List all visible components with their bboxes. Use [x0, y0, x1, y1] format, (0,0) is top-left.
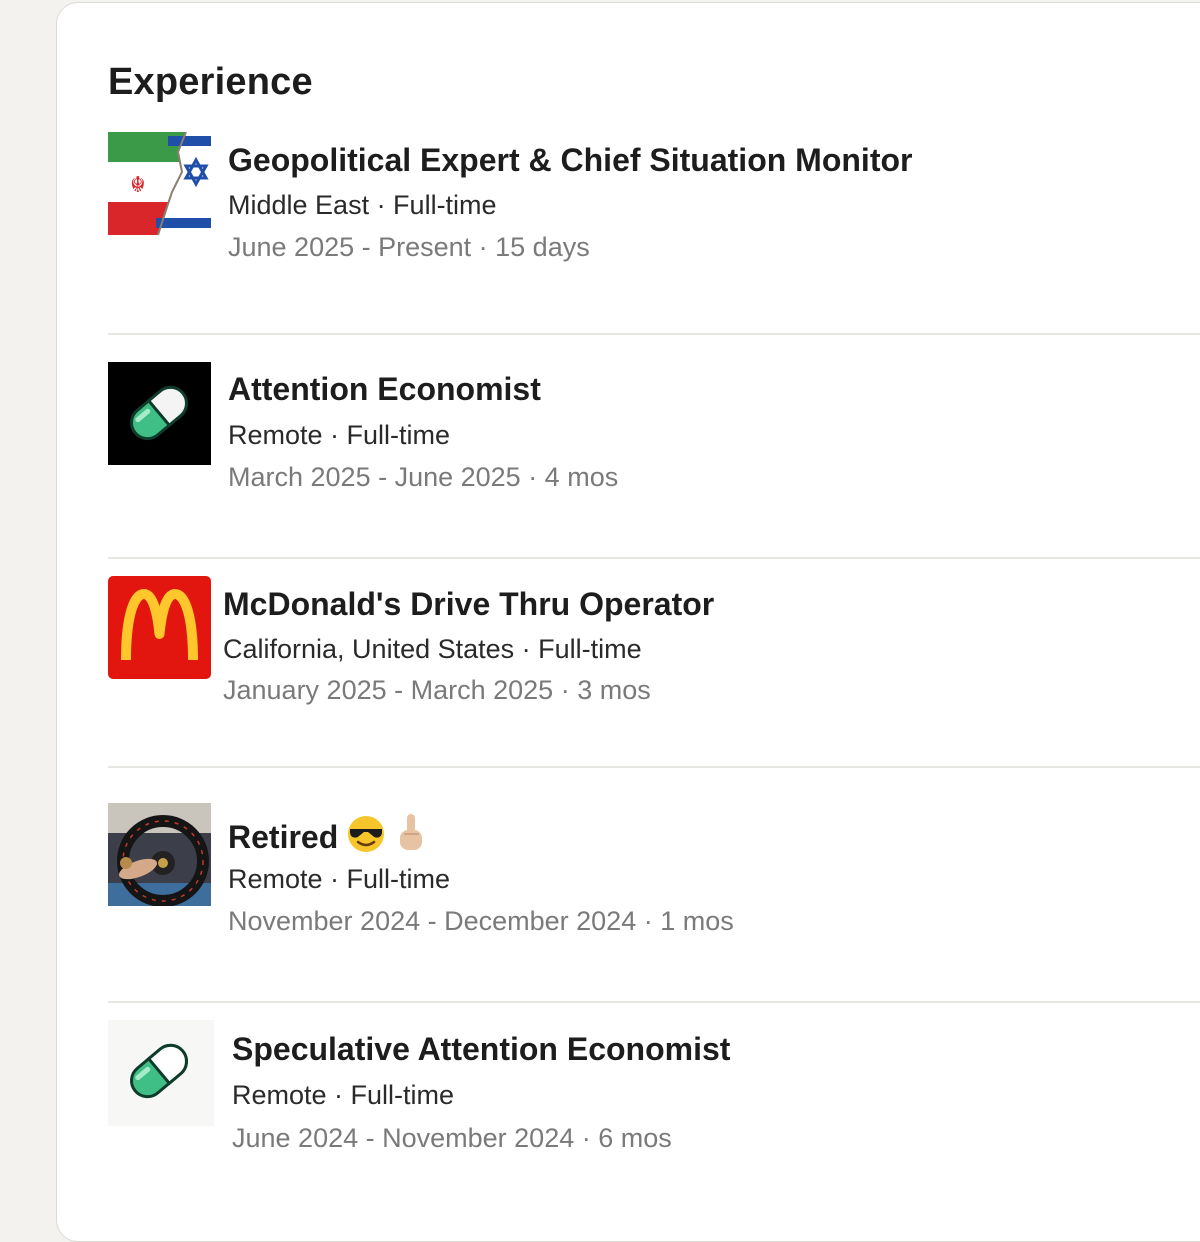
divider [108, 1001, 1200, 1003]
job-title[interactable]: McDonald's Drive Thru Operator [223, 584, 714, 624]
job-dates: June 2025 - Present · 15 days [228, 232, 590, 262]
job-title-text: Retired [228, 819, 339, 855]
job-dates: March 2025 - June 2025 · 4 mos [228, 462, 619, 492]
job-title[interactable]: Retired [228, 812, 428, 863]
job-location-type: Middle East · Full-time [228, 190, 497, 220]
job-dates: November 2024 - December 2024 · 1 mos [228, 906, 734, 936]
mcdonalds-logo-icon[interactable] [108, 576, 211, 679]
job-location-type: Remote · Full-time [232, 1080, 455, 1110]
pill-icon[interactable] [108, 1020, 214, 1126]
divider [108, 333, 1200, 335]
pill-icon[interactable] [108, 362, 211, 465]
sunglasses-emoji-icon [346, 814, 386, 863]
section-title: Experience [108, 61, 313, 103]
job-dates: June 2024 - November 2024 · 6 mos [232, 1123, 672, 1153]
job-location-type: Remote · Full-time [228, 420, 451, 450]
divider [108, 766, 1200, 768]
middle-finger-emoji-icon [394, 812, 428, 863]
job-title[interactable]: Geopolitical Expert & Chief Situation Mo… [228, 140, 912, 180]
job-title[interactable]: Attention Economist [228, 369, 541, 409]
iran-israel-flags-icon[interactable]: ☬ [108, 132, 211, 235]
job-title[interactable]: Speculative Attention Economist [232, 1029, 730, 1069]
job-dates: January 2025 - March 2025 · 3 mos [223, 675, 651, 705]
divider [108, 557, 1200, 559]
steering-wheel-photo-icon[interactable] [108, 803, 211, 906]
job-location-type: Remote · Full-time [228, 864, 451, 894]
svg-text:☬: ☬ [130, 173, 146, 198]
job-location-type: California, United States · Full-time [223, 634, 642, 664]
